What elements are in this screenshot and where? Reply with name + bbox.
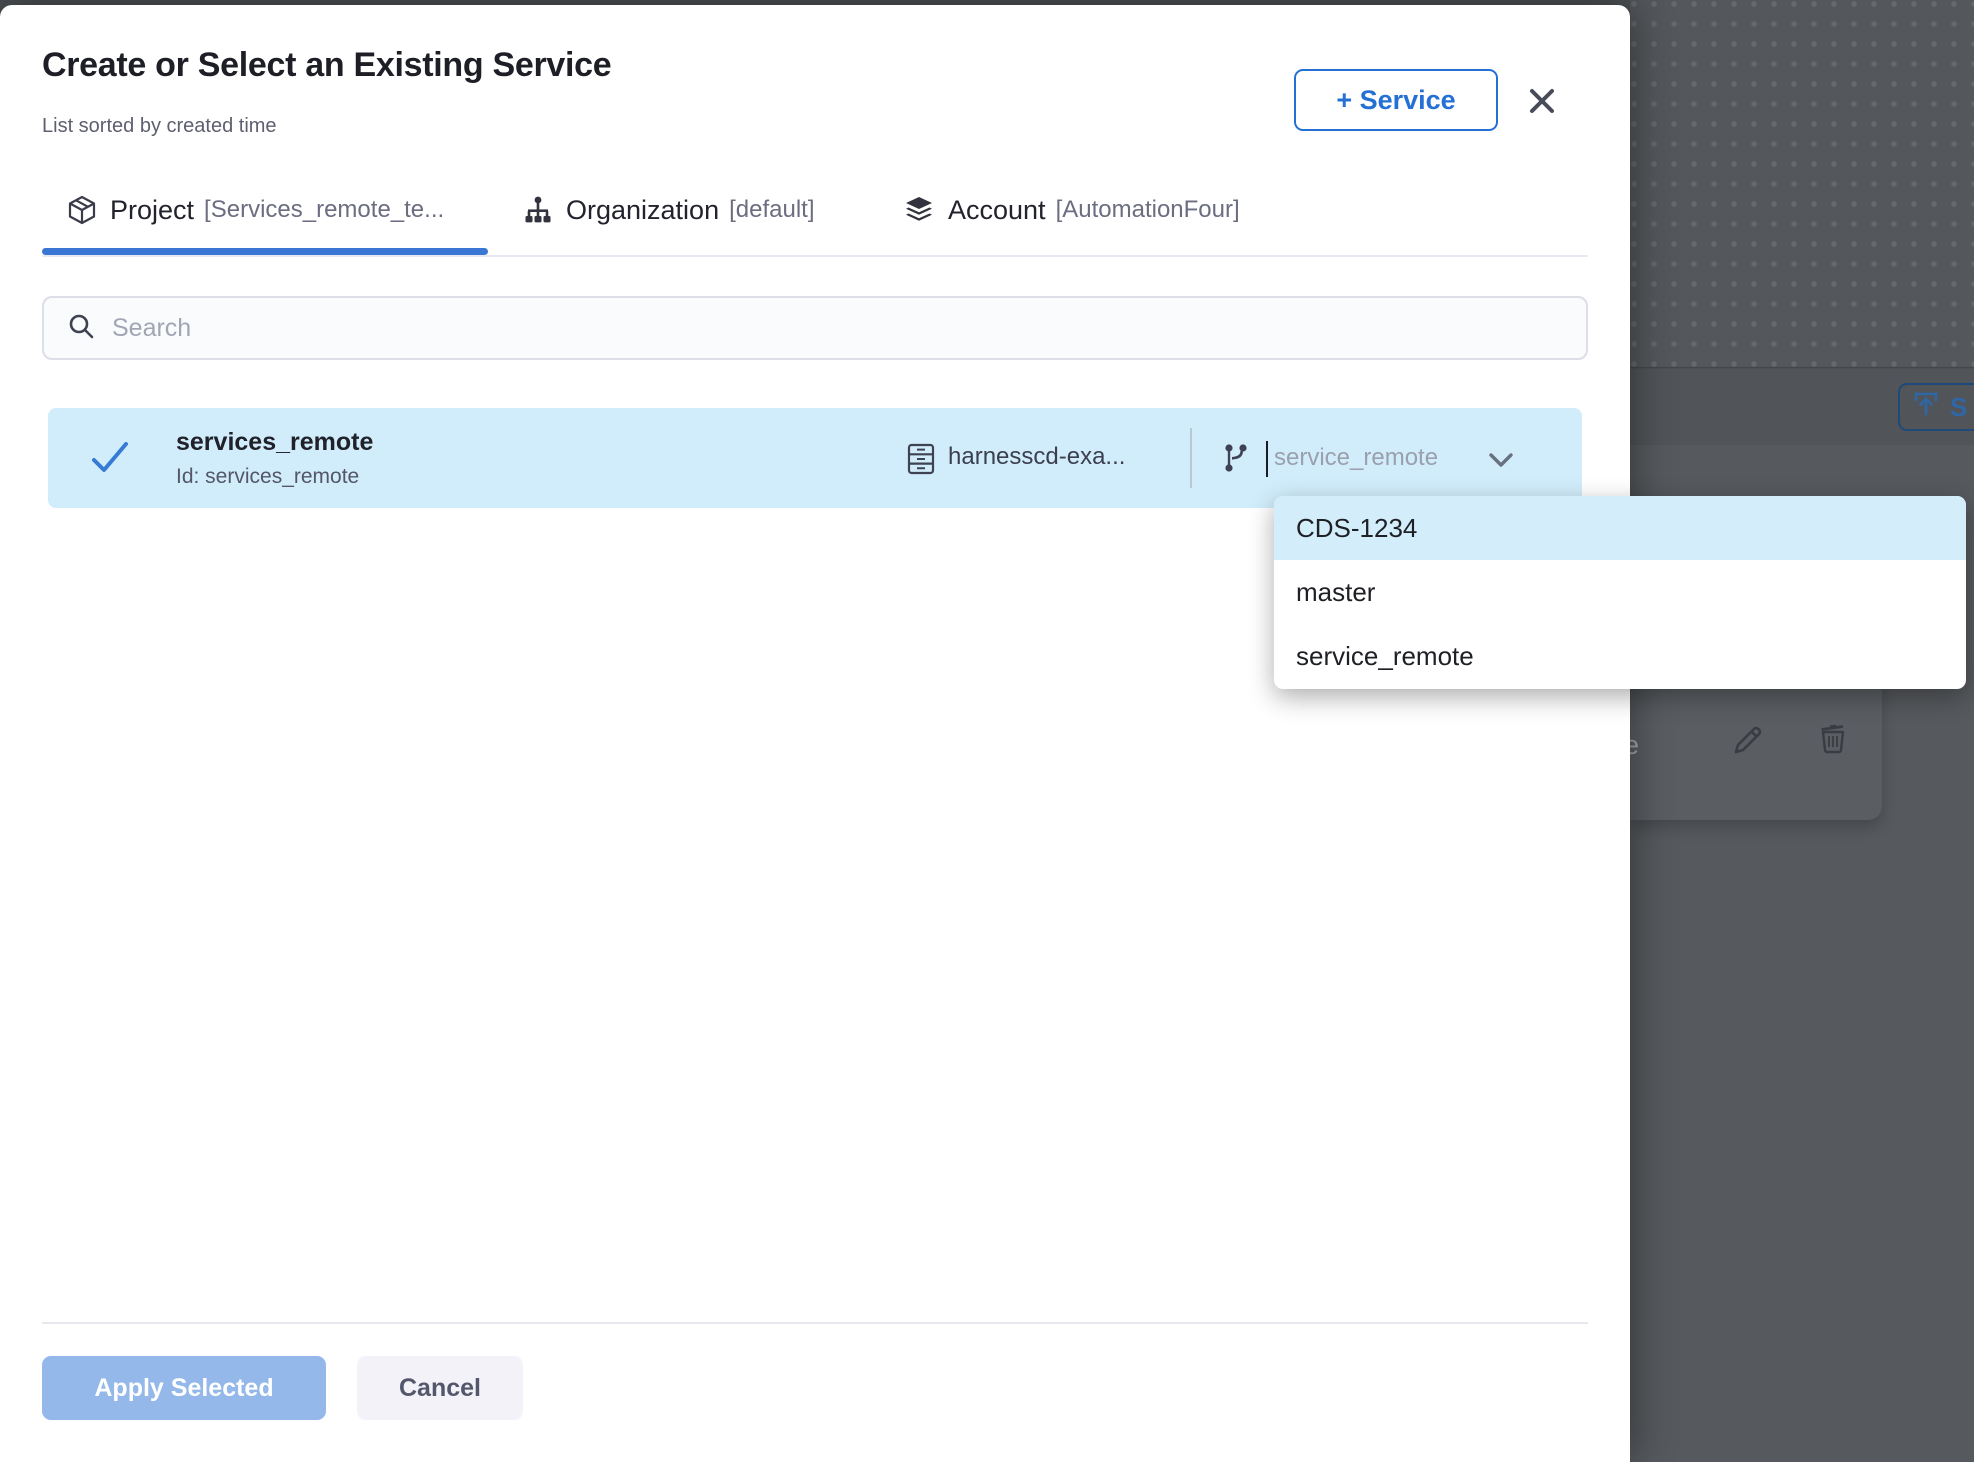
repository-name: harnesscd-exa... [948,443,1125,471]
service-select-modal: Create or Select an Existing Service Lis… [0,5,1630,1462]
service-name: services_remote [176,428,373,457]
page-subtitle: List sorted by created time [42,115,277,138]
repository-icon [904,441,938,482]
text-caret [1266,441,1268,477]
tabs-divider [42,255,1588,257]
cancel-button[interactable]: Cancel [357,1356,523,1420]
tab-project[interactable]: Project [Services_remote_te... [66,185,444,235]
chevron-down-icon[interactable] [1488,452,1514,473]
footer-divider [42,1322,1588,1324]
screen: S e Create or Select an Existing Service… [0,0,1974,1462]
cube-icon [66,194,98,226]
branch-option[interactable]: service_remote [1274,624,1966,688]
branch-input[interactable]: service_remote [1274,444,1438,472]
tab-account-label: Account [948,195,1046,226]
git-branch-icon [1220,442,1252,479]
tab-account-scope: [AutomationFour] [1056,196,1240,224]
selected-check-icon [90,440,130,479]
tab-project-label: Project [110,195,194,226]
sync-button-label: S [1950,392,1967,423]
upload-icon [1912,390,1940,425]
layers-icon [902,193,936,227]
active-tab-underline [42,248,488,255]
branch-option[interactable]: master [1274,560,1966,624]
close-button[interactable] [1518,79,1566,127]
page-title: Create or Select an Existing Service [42,43,611,87]
search-box[interactable] [42,296,1588,360]
tab-organization-scope: [default] [729,196,814,224]
apply-selected-button[interactable]: Apply Selected [42,1356,326,1420]
tab-project-scope: [Services_remote_te... [204,196,444,224]
org-chart-icon [522,194,554,226]
tab-account[interactable]: Account [AutomationFour] [902,185,1240,235]
tab-organization-label: Organization [566,195,719,226]
delete-trash-icon[interactable] [1814,720,1852,758]
new-service-button[interactable]: + Service [1294,69,1498,131]
new-service-button-label: + Service [1336,85,1455,116]
pipeline-canvas-background [1630,0,1974,368]
edit-pencil-icon[interactable] [1728,722,1766,760]
search-icon [66,311,96,346]
branch-dropdown-menu: CDS-1234 master service_remote [1274,496,1966,689]
tab-organization[interactable]: Organization [default] [522,185,815,235]
save-sync-button[interactable]: S [1898,383,1974,431]
branch-option[interactable]: CDS-1234 [1274,496,1966,560]
close-icon [1526,85,1558,122]
search-input[interactable] [112,314,1512,343]
service-id: Id: services_remote [176,465,359,489]
row-divider [1190,428,1192,488]
service-list-item[interactable]: services_remote Id: services_remote harn… [48,408,1582,508]
